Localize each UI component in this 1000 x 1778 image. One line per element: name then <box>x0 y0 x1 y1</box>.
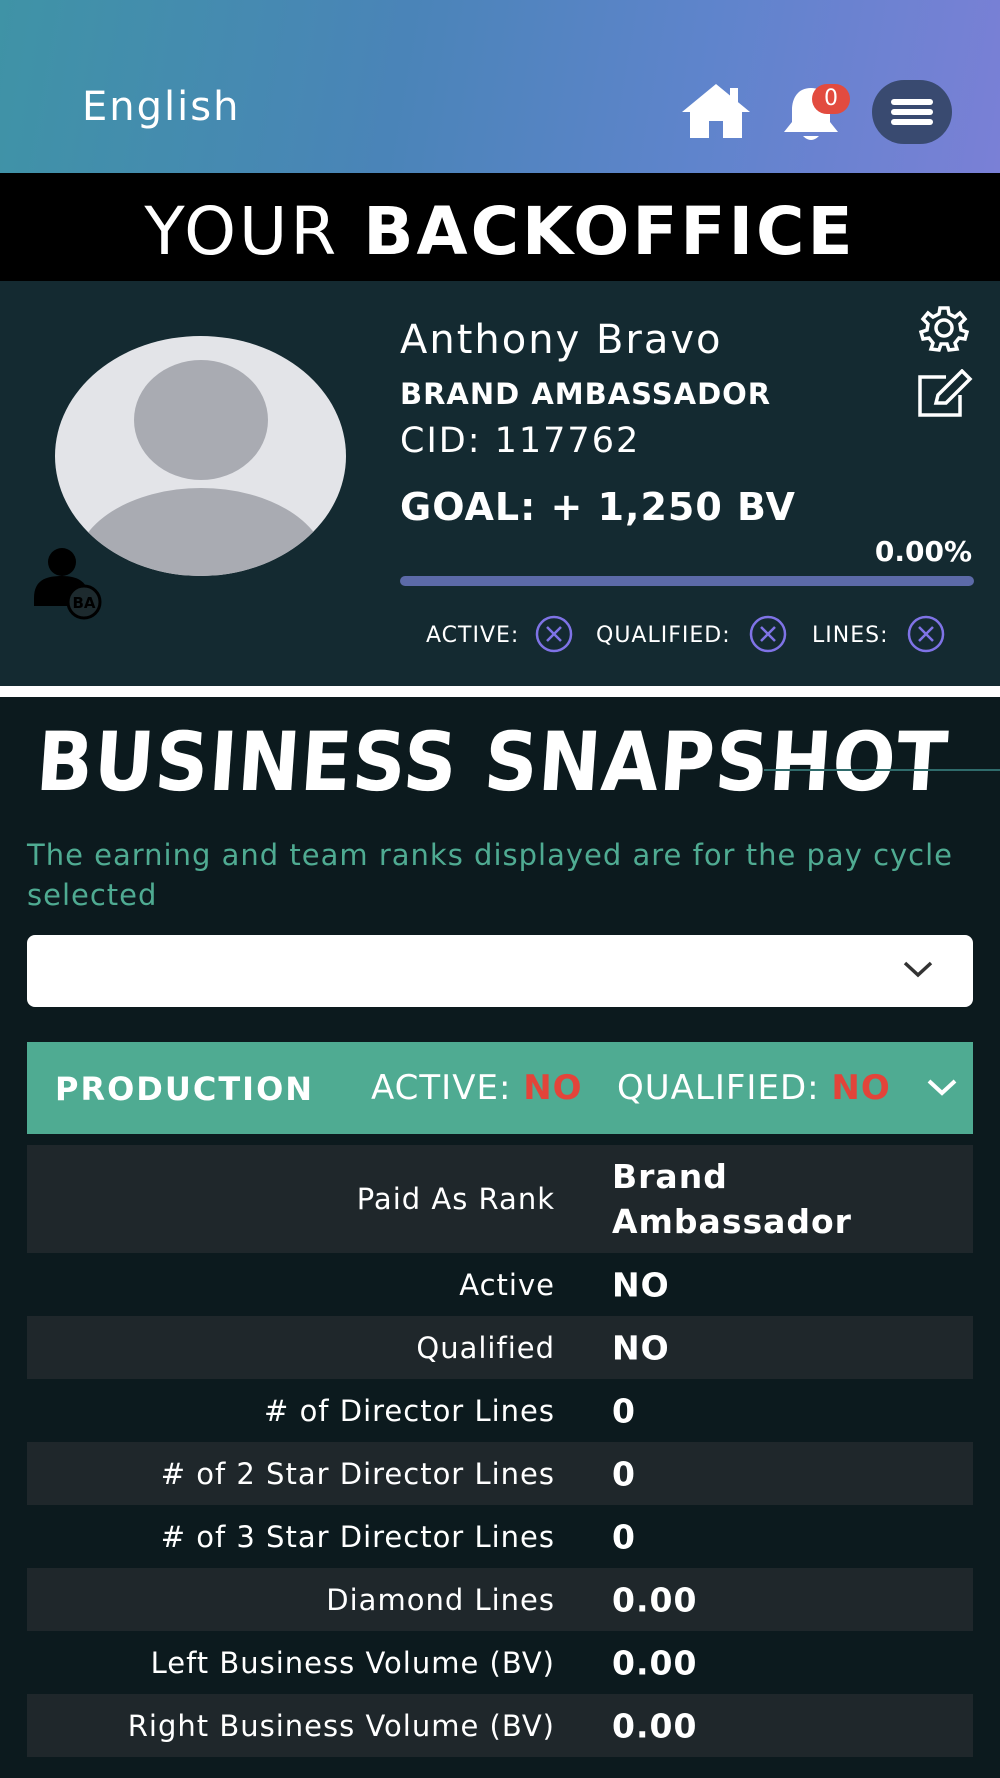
active-status-x-circle-icon <box>535 615 573 653</box>
snapshot-title: BUSINESS SNAPSHOT <box>33 715 952 810</box>
table-row: Active NO <box>27 1253 973 1316</box>
language-selector[interactable]: English <box>82 84 240 130</box>
status-active-label: ACTIVE: <box>426 623 520 648</box>
row-label: # of 2 Star Director Lines <box>160 1456 555 1491</box>
chevron-down-icon <box>927 1079 957 1096</box>
notification-badge: 0 <box>812 84 850 114</box>
avatar[interactable] <box>55 336 346 576</box>
edit-icon[interactable] <box>916 369 974 419</box>
lines-status-x-circle-icon <box>907 615 945 653</box>
brand-banner: YOUR BACKOFFICE <box>0 173 1000 281</box>
production-table: Paid As Rank Brand Ambassador Active NO … <box>27 1145 973 1757</box>
home-icon[interactable] <box>680 82 752 140</box>
table-row: Left Business Volume (BV) 0.00 <box>27 1631 973 1694</box>
row-value: 0 <box>612 1391 636 1430</box>
production-qualified: QUALIFIED: NO <box>617 1068 891 1108</box>
row-value: NO <box>612 1265 670 1304</box>
row-value: 0 <box>612 1517 636 1556</box>
status-lines-label: LINES: <box>812 623 889 648</box>
top-bar: English 0 <box>0 0 1000 173</box>
row-value: NO <box>612 1328 670 1367</box>
production-active-value: NO <box>523 1068 583 1108</box>
brand-ambassador-badge-icon: BA <box>34 548 102 620</box>
brand-logo-bold: BACKOFFICE <box>363 193 856 270</box>
hamburger-icon <box>891 99 933 105</box>
qualified-status-x-circle-icon <box>749 615 787 653</box>
user-cid: CID: 117762 <box>400 421 641 461</box>
table-row: Paid As Rank Brand Ambassador <box>27 1145 973 1253</box>
brand-logo: YOUR BACKOFFICE <box>0 193 1000 270</box>
profile-card: BA Anthony Bravo BRAND AMBASSADOR CID: 1… <box>0 281 1000 686</box>
row-value: 0.00 <box>612 1706 698 1745</box>
section-divider <box>0 686 1000 697</box>
user-name: Anthony Bravo <box>400 317 723 363</box>
row-label: Diamond Lines <box>326 1582 555 1617</box>
table-row: Right Business Volume (BV) 0.00 <box>27 1694 973 1757</box>
title-rule <box>764 769 1000 771</box>
row-label: Right Business Volume (BV) <box>127 1708 555 1743</box>
menu-button[interactable] <box>872 80 952 144</box>
table-row: # of 2 Star Director Lines 0 <box>27 1442 973 1505</box>
row-value: 0.00 <box>612 1643 698 1682</box>
goal-text: GOAL: + 1,250 BV <box>400 485 796 529</box>
table-row: # of 3 Star Director Lines 0 <box>27 1505 973 1568</box>
production-active: ACTIVE: NO <box>371 1068 583 1108</box>
pay-cycle-select[interactable] <box>27 935 973 1007</box>
row-label: # of Director Lines <box>264 1393 555 1428</box>
production-label: PRODUCTION <box>55 1070 315 1108</box>
row-value: 0 <box>612 1454 636 1493</box>
brand-logo-light: YOUR <box>144 193 364 270</box>
production-header[interactable]: PRODUCTION ACTIVE: NO QUALIFIED: NO <box>27 1042 973 1134</box>
row-label: Left Business Volume (BV) <box>150 1645 555 1680</box>
row-value: Brand Ambassador <box>612 1157 852 1241</box>
row-label: Active <box>459 1267 555 1302</box>
gear-icon[interactable] <box>916 303 972 353</box>
status-qualified-label: QUALIFIED: <box>596 623 731 648</box>
table-row: # of Director Lines 0 <box>27 1379 973 1442</box>
row-value: 0.00 <box>612 1580 698 1619</box>
table-row: Qualified NO <box>27 1316 973 1379</box>
goal-progress-bar <box>400 576 974 586</box>
pay-cycle-note: The earning and team ranks displayed are… <box>27 838 954 912</box>
row-label: Qualified <box>416 1330 555 1365</box>
badge-text: BA <box>72 594 95 612</box>
production-qualified-value: NO <box>831 1068 891 1108</box>
goal-progress-percent: 0.00% <box>874 535 972 568</box>
business-snapshot: BUSINESS SNAPSHOT The earning and team r… <box>0 697 1000 1778</box>
row-label: Paid As Rank <box>356 1182 555 1216</box>
table-row: Diamond Lines 0.00 <box>27 1568 973 1631</box>
user-rank: BRAND AMBASSADOR <box>400 377 772 411</box>
row-label: # of 3 Star Director Lines <box>160 1519 555 1554</box>
chevron-down-icon <box>903 961 933 978</box>
